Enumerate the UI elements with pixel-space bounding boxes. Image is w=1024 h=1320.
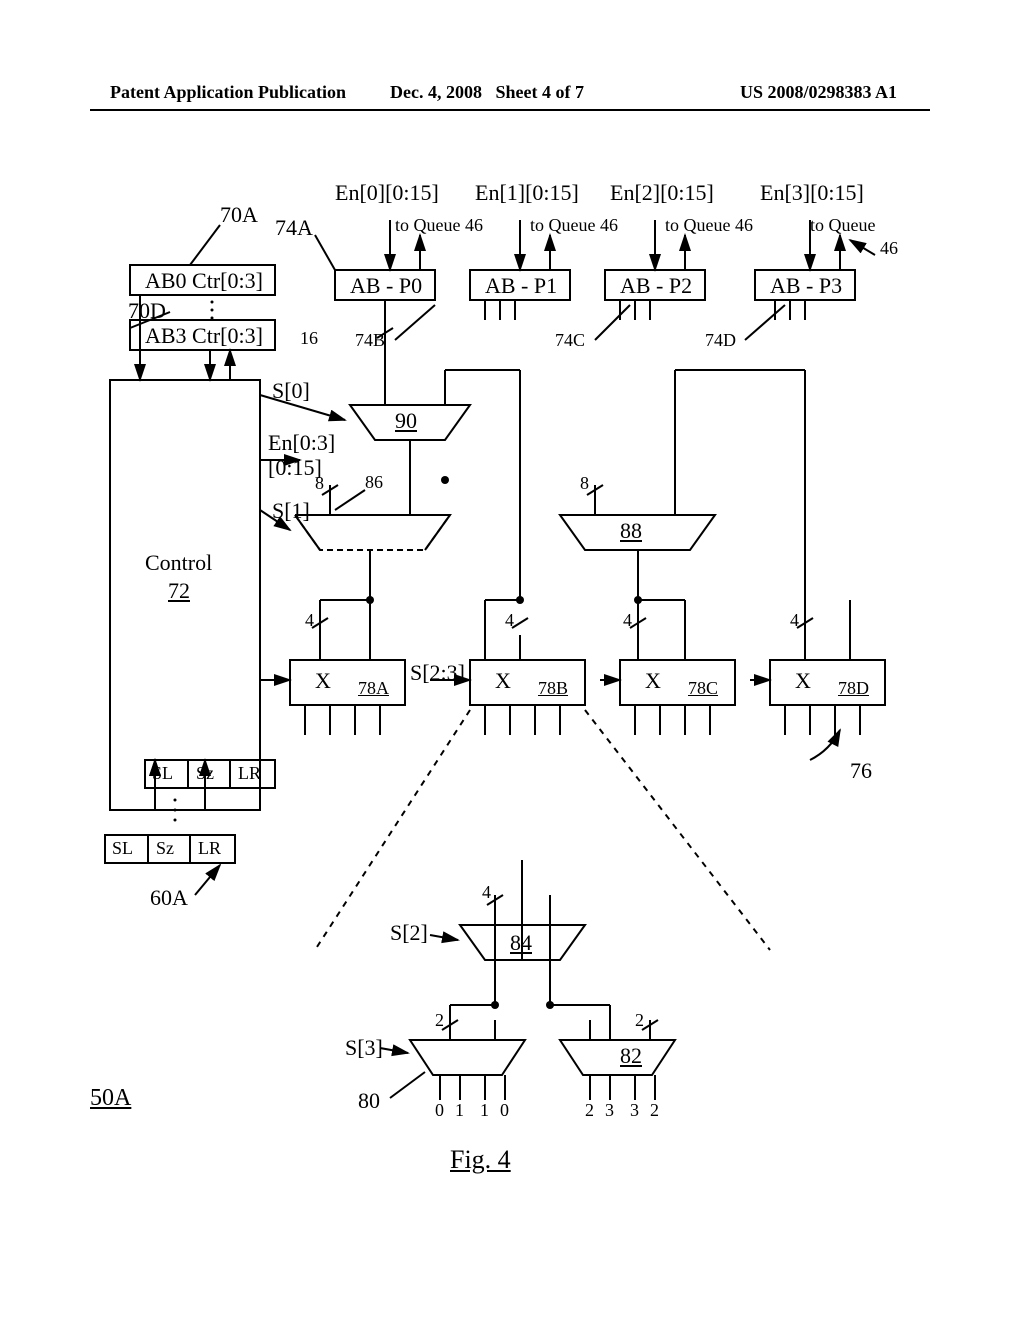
label-en0: En[0][0:15]	[335, 180, 439, 206]
ref-74D: 74D	[705, 330, 736, 351]
d-80-0: 0	[435, 1100, 444, 1121]
ref-84: 84	[510, 930, 532, 956]
label-x-2: X	[495, 668, 511, 694]
d-82-0: 2	[585, 1100, 594, 1121]
label-toqueue-0: to Queue 46	[395, 215, 483, 236]
label-s1: S[1]	[272, 498, 310, 524]
ref-82: 82	[620, 1043, 642, 1069]
ref-74A: 74A	[275, 215, 313, 241]
label-en2: En[2][0:15]	[610, 180, 714, 206]
label-abp1: AB - P1	[485, 273, 557, 299]
label-s0: S[0]	[272, 378, 310, 404]
label-s2: S[2]	[390, 920, 428, 946]
ref-74B: 74B	[355, 330, 385, 351]
label-w2-l: 2	[435, 1010, 444, 1031]
reg0-sl: SL	[152, 763, 173, 784]
label-x-3: X	[645, 668, 661, 694]
label-abp3: AB - P3	[770, 273, 842, 299]
ref-78B: 78B	[538, 678, 568, 699]
label-x-4: X	[795, 668, 811, 694]
figure-label: Fig. 4	[450, 1145, 511, 1175]
label-x-1: X	[315, 668, 331, 694]
header-date: Dec. 4, 2008	[390, 82, 482, 102]
ref-70A: 70A	[220, 202, 258, 228]
label-abp2: AB - P2	[620, 273, 692, 299]
label-control: Control	[145, 550, 212, 576]
reg1-sz: Sz	[156, 838, 174, 859]
d-82-1: 3	[605, 1100, 614, 1121]
ref-86: 86	[365, 472, 383, 493]
label-w4-detail: 4	[482, 882, 491, 903]
header-rule	[90, 109, 930, 111]
label-en1: En[1][0:15]	[475, 180, 579, 206]
label-en03-1: En[0:3]	[268, 430, 335, 456]
label-toqueue-2: to Queue 46	[665, 215, 753, 236]
reg0-sz: Sz	[196, 763, 214, 784]
ref-90: 90	[395, 408, 417, 434]
ref-50A: 50A	[90, 1085, 131, 1112]
ref-60A: 60A	[150, 885, 188, 911]
ref-78C: 78C	[688, 678, 718, 699]
label-en3: En[3][0:15]	[760, 180, 864, 206]
label-en03-2: [0:15]	[268, 455, 322, 481]
label-toqueue-1: to Queue 46	[530, 215, 618, 236]
label-w2-r: 2	[635, 1010, 644, 1031]
reg1-lr: LR	[198, 838, 221, 859]
header-sheet: Sheet 4 of 7	[495, 82, 584, 102]
label-s3: S[3]	[345, 1035, 383, 1061]
label-w4-2: 4	[505, 610, 514, 631]
header-left: Patent Application Publication	[110, 82, 346, 103]
label-ab3ctr: AB3 Ctr[0:3]	[145, 323, 263, 349]
d-80-2: 1	[480, 1100, 489, 1121]
label-w4-3: 4	[623, 610, 632, 631]
ref-70D: 70D	[128, 298, 166, 324]
header-mid: Dec. 4, 2008 Sheet 4 of 7	[390, 82, 584, 103]
label-ab0ctr: AB0 Ctr[0:3]	[145, 268, 263, 294]
d-80-1: 1	[455, 1100, 464, 1121]
d-80-3: 0	[500, 1100, 509, 1121]
reg0-lr: LR	[238, 763, 261, 784]
label-46: 46	[880, 238, 898, 259]
header-right: US 2008/0298383 A1	[740, 82, 897, 103]
ref-88: 88	[620, 518, 642, 544]
label-w4-1: 4	[305, 610, 314, 631]
ref-72: 72	[168, 578, 190, 604]
ref-76: 76	[850, 758, 872, 784]
d-82-3: 2	[650, 1100, 659, 1121]
label-w16: 16	[300, 328, 318, 349]
ref-80: 80	[358, 1088, 380, 1114]
label-toqueue-3: to Queue	[810, 215, 875, 236]
label-s23: S[2:3]	[410, 660, 465, 686]
label-w8-r: 8	[580, 473, 589, 494]
ref-74C: 74C	[555, 330, 585, 351]
reg1-sl: SL	[112, 838, 133, 859]
ref-78A: 78A	[358, 678, 389, 699]
d-82-2: 3	[630, 1100, 639, 1121]
label-w4-4: 4	[790, 610, 799, 631]
figure-4-diagram: En[0][0:15] En[1][0:15] En[2][0:15] En[3…	[90, 180, 930, 1180]
label-abp0: AB - P0	[350, 273, 422, 299]
ref-78D: 78D	[838, 678, 869, 699]
